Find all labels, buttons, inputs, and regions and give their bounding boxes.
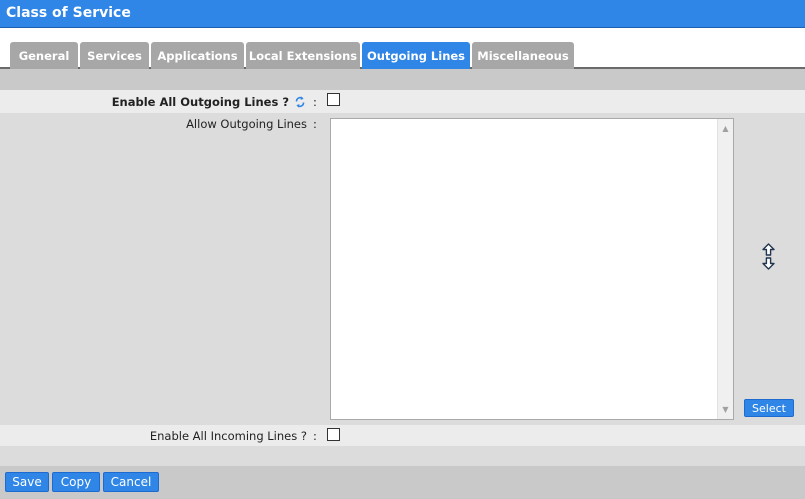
enable-outgoing-checkbox[interactable] (327, 93, 340, 106)
move-up-icon[interactable] (762, 243, 775, 256)
tab-general[interactable]: General (10, 42, 78, 69)
move-down-icon[interactable] (762, 257, 775, 270)
cancel-button[interactable]: Cancel (103, 472, 159, 492)
colon: : (313, 95, 317, 109)
form-row-enable-incoming (0, 425, 805, 446)
scroll-down-arrow-icon[interactable]: ▼ (718, 402, 733, 417)
tab-strip: General Services Applications Local Exte… (0, 28, 805, 69)
tab-applications[interactable]: Applications (151, 42, 244, 69)
enable-incoming-label: Enable All Incoming Lines ? (149, 429, 307, 443)
copy-button[interactable]: Copy (52, 472, 100, 492)
tab-services[interactable]: Services (80, 42, 149, 69)
tab-local-extensions[interactable]: Local Extensions (246, 42, 360, 69)
colon: : (313, 429, 317, 443)
enable-outgoing-label: Enable All Outgoing Lines ? (111, 95, 289, 109)
refresh-icon[interactable] (294, 95, 306, 109)
outgoing-lines-listbox[interactable]: ▲ ▼ (330, 118, 734, 420)
allow-outgoing-label: Allow Outgoing Lines (186, 117, 307, 131)
footer-bar: Save Copy Cancel (0, 466, 805, 499)
title-bar: Class of Service (0, 0, 805, 28)
tab-miscellaneous[interactable]: Miscellaneous (472, 42, 574, 69)
enable-incoming-checkbox[interactable] (327, 428, 340, 441)
save-button[interactable]: Save (5, 472, 49, 492)
scroll-up-arrow-icon[interactable]: ▲ (718, 121, 733, 136)
tab-outgoing-lines[interactable]: Outgoing Lines (362, 42, 470, 69)
window-title: Class of Service (6, 5, 131, 21)
colon: : (313, 117, 317, 131)
listbox-scrollbar[interactable]: ▲ ▼ (717, 119, 733, 419)
section-band (0, 446, 805, 467)
select-button[interactable]: Select (744, 399, 794, 417)
section-band (0, 69, 805, 90)
